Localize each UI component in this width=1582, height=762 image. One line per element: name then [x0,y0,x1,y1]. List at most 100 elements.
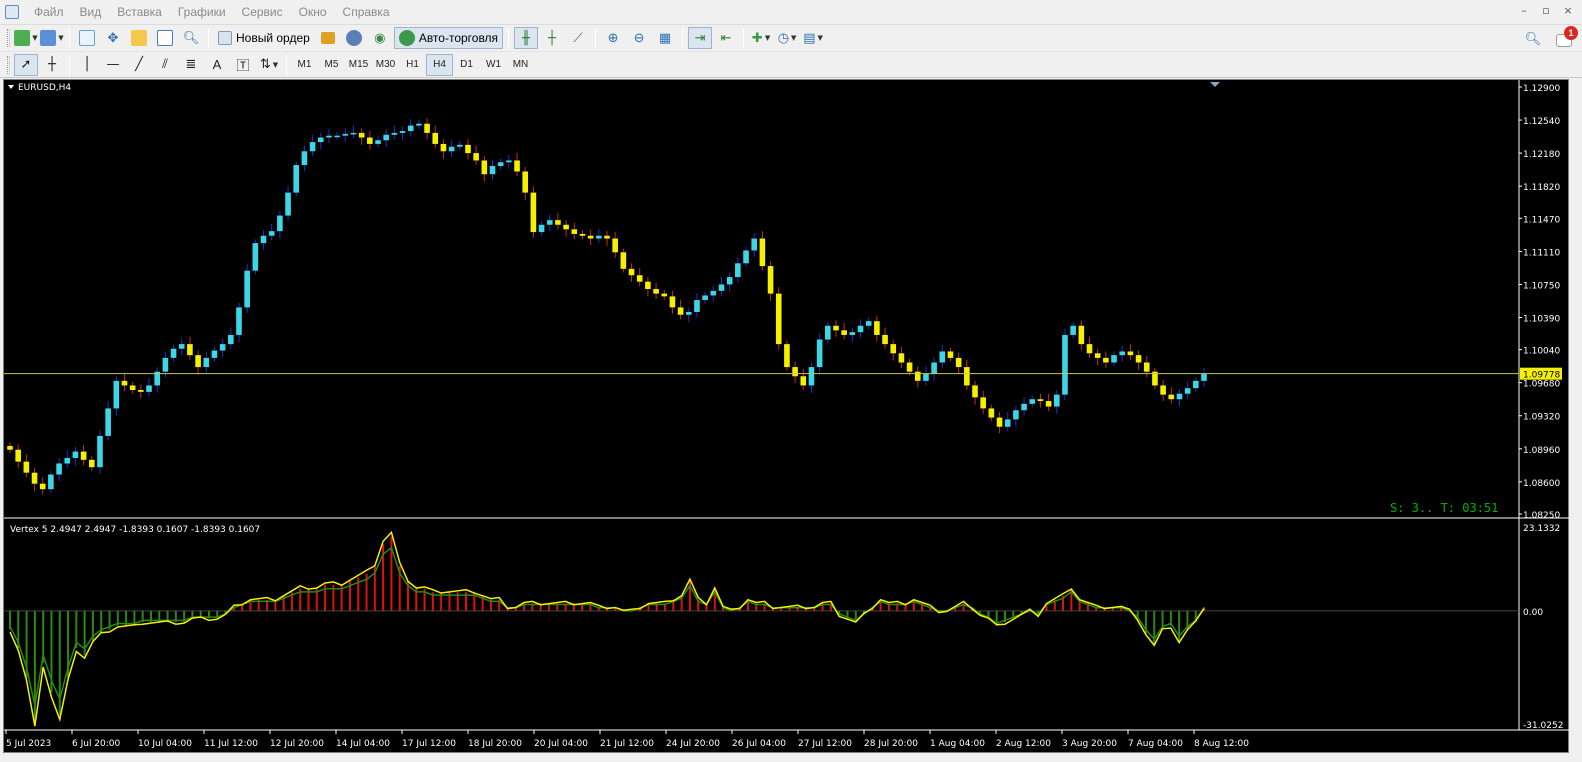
menu-help[interactable]: Справка [335,0,398,24]
timeframe-m30-button[interactable]: M30 [372,54,399,76]
chart-shift-button[interactable]: ⇤ [714,27,738,49]
templates-icon: ▤ [803,30,816,46]
tester-button[interactable]: 🔍︎ [179,27,203,49]
navigator-button[interactable] [127,27,151,49]
price-tick-label: 1.10390 [1523,314,1560,324]
zoom-in-button[interactable]: ⊕ [601,27,625,49]
indicator-label: Vertex 5 2.4947 2.4947 -1.8393 0.1607 -1… [10,525,260,535]
minimize-button[interactable]: – [1516,4,1532,18]
candle-body [865,321,872,326]
candle-body [195,355,201,368]
app-icon[interactable] [5,5,19,19]
close-button[interactable]: × [1560,4,1576,18]
candle-body [882,334,888,345]
timeframe-w1-button[interactable]: W1 [480,54,507,76]
timeframe-d1-button[interactable]: D1 [453,54,480,76]
clock-icon: ◷ [777,30,790,46]
time-tick-label: 3 Aug 20:00 [1062,739,1117,749]
timeframe-mn-button[interactable]: MN [507,54,534,76]
menu-window[interactable]: Окно [291,0,335,24]
price-tick-label: 1.08600 [1523,479,1560,489]
cursor-button[interactable]: ➚ [14,53,38,76]
candle-body [39,483,46,490]
autoscroll-button[interactable]: ⇥ [688,27,713,49]
tab-strip [0,753,1582,762]
candle-body [825,325,831,340]
new-order-icon [218,31,232,45]
timeframe-m5-button[interactable]: M5 [318,54,345,76]
bar-chart-button[interactable]: ╫ [514,27,539,49]
candle-body [988,408,995,418]
notifications-button[interactable]: 1 [1556,26,1578,48]
candle-body [121,380,128,386]
timeframe-h1-button[interactable]: H1 [399,54,426,76]
menu-file[interactable]: Файл [26,0,72,24]
candle-body [1004,419,1011,427]
menu-charts[interactable]: Графики [170,0,234,24]
candle-body [571,229,578,234]
tile-windows-icon: ▦ [658,30,672,46]
candle-body [685,311,692,315]
candlestick-button[interactable]: ┼ [540,27,564,49]
text-label-button[interactable]: 🅃 [231,54,255,76]
market-watch-button[interactable] [75,27,99,49]
trendline-button[interactable]: ╱ [127,54,151,76]
line-chart-button[interactable]: ⟋ [566,27,590,49]
fibonacci-button[interactable]: ≣ [179,54,203,76]
equidistant-channel-button[interactable]: ⫽ [153,54,177,76]
menu-insert[interactable]: Вставка [109,0,170,24]
search-button[interactable]: 🔍︎ [1521,28,1545,50]
text-icon: A [212,57,222,72]
candle-body [980,397,986,409]
candle-body [31,472,38,484]
crosshair-button[interactable]: ┼ [40,54,64,76]
price-tick-label: 1.12900 [1523,84,1560,94]
toolbar-grip[interactable] [7,55,10,74]
menu-tools[interactable]: Сервис [234,0,291,24]
new-order-button[interactable]: Новый ордер [214,27,314,49]
magnifier-chart-icon: 🔍︎ [182,30,200,46]
data-window-button[interactable]: ✥ [101,27,125,49]
chart-window[interactable]: 1.12900 1.12540 1.12180 1.11820 1.11470 1.111… [3,79,1570,754]
candle-body [260,235,267,244]
horizontal-line-button[interactable]: — [101,54,125,76]
chevron-down-icon: ▼ [817,34,823,42]
time-tick-label: 17 Jul 12:00 [402,739,456,749]
timeframe-h4-button[interactable]: H4 [426,53,453,76]
candle-body [309,142,316,152]
templates-button[interactable]: ▤ ▼ [801,27,825,49]
timeframe-m15-button[interactable]: M15 [345,54,372,76]
zoom-out-button[interactable]: ⊖ [627,27,651,49]
tile-windows-button[interactable]: ▦ [653,27,677,49]
candle-body [743,250,749,264]
new-chart-button[interactable]: ▼ [14,27,38,49]
profiles-button[interactable]: ▼ [40,27,64,49]
candle-body [1013,410,1019,420]
candle-body [530,192,537,233]
status-text: S: 3.. T: 03:51 [1390,501,1498,515]
arrows-button[interactable]: ⇅ ▼ [257,54,281,76]
candle-body [268,231,275,236]
menu-view[interactable]: Вид [72,0,110,24]
periods-button[interactable]: ◷ ▼ [775,27,799,49]
timeframe-m1-button[interactable]: M1 [291,54,318,76]
candle-body [342,133,349,136]
text-button[interactable]: A [205,54,229,76]
profiles-icon [40,30,57,46]
toolbar-grip[interactable] [7,29,10,47]
signals-button[interactable]: ◉ [368,27,392,49]
vertical-line-icon: │ [83,57,91,72]
right-scrollbar[interactable] [1569,79,1582,753]
autotrading-button[interactable]: Авто-торговля [393,27,504,49]
metaeditor-button[interactable] [316,27,340,49]
account-button[interactable] [342,27,366,49]
autotrading-label: Авто-торговля [418,31,499,45]
candle-body [669,296,676,308]
timeframes-toolbar: M1 M5 M15 M30 H1 H4 D1 W1 MN [291,53,534,76]
candle-body [129,385,136,391]
terminal-button[interactable] [153,27,177,49]
vertical-line-button[interactable]: │ [75,54,99,76]
restore-button[interactable]: ▫ [1538,4,1554,18]
chart-canvas[interactable]: 1.12900 1.12540 1.12180 1.11820 1.11470 1.111… [4,80,1570,754]
indicators-button[interactable]: ✚ ▼ [749,27,773,49]
